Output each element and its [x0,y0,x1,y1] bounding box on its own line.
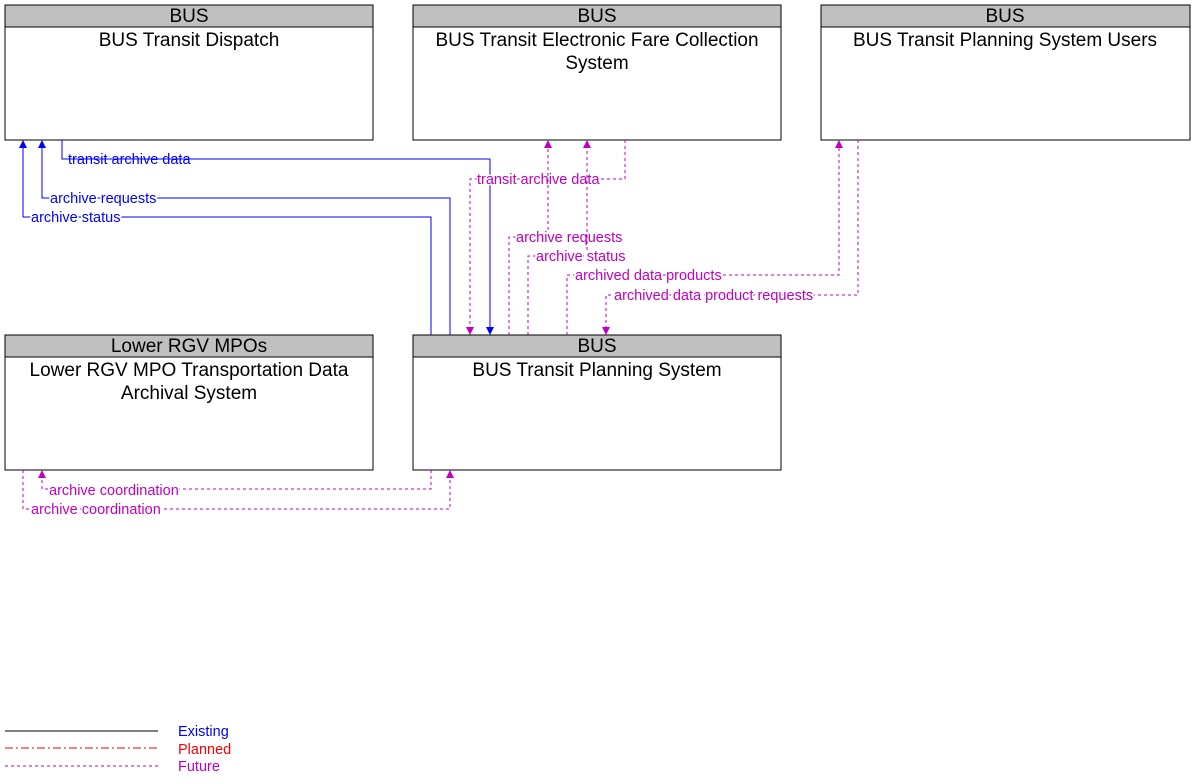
element-name: Lower RGV MPO Transportation Data [30,360,349,381]
legend-existing-label: Existing [178,724,229,740]
element-name: BUS Transit Dispatch [99,30,280,51]
flow-label: archive status [536,249,625,265]
flow-archive-status-existing[interactable]: archive status [19,140,432,335]
legend-future-label: Future [178,759,220,775]
element-mpo-archive[interactable]: Lower RGV MPOs Lower RGV MPO Transportat… [4,334,374,471]
flow-archived-data-product-requests[interactable]: archived data product requests [602,140,859,335]
element-name-line2: System [565,53,628,74]
flow-label: archive coordination [49,483,179,499]
element-name-line2: Archival System [121,383,257,404]
flow-label: archive requests [50,191,156,207]
element-transit-planning[interactable]: BUS BUS Transit Planning System [412,334,782,471]
element-owner: BUS [577,336,616,357]
flow-archive-coordination-to-mpo[interactable]: archive coordination [38,470,432,501]
element-name: BUS Transit Planning System [472,360,721,381]
element-transit-dispatch[interactable]: BUS BUS Transit Dispatch [4,4,374,141]
element-owner: BUS [169,6,208,27]
element-owner: Lower RGV MPOs [111,336,267,357]
flow-label: transit archive data [477,172,600,188]
flow-label: archived data products [575,268,722,284]
flow-label: archive status [31,210,120,226]
element-efc-system[interactable]: BUS BUS Transit Electronic Fare Collecti… [412,4,782,141]
flow-label: archived data product requests [614,288,813,304]
flow-archive-requests-future[interactable]: archive requests [508,140,624,335]
element-name: BUS Transit Planning System Users [853,30,1157,51]
element-planning-users[interactable]: BUS BUS Transit Planning System Users [820,4,1191,141]
flow-label: archive requests [516,230,622,246]
legend: Existing Planned Future [5,724,231,775]
flow-archive-requests-existing[interactable]: archive requests [38,140,451,335]
flow-label: archive coordination [31,502,161,518]
element-name: BUS Transit Electronic Fare Collection [435,30,758,51]
element-owner: BUS [985,6,1024,27]
legend-planned-label: Planned [178,742,231,758]
element-owner: BUS [577,6,616,27]
flow-transit-archive-data-existing[interactable]: transit archive data [61,140,494,335]
architecture-diagram: BUS BUS Transit Dispatch BUS BUS Transit… [4,4,1191,775]
flow-label: transit archive data [68,152,191,168]
